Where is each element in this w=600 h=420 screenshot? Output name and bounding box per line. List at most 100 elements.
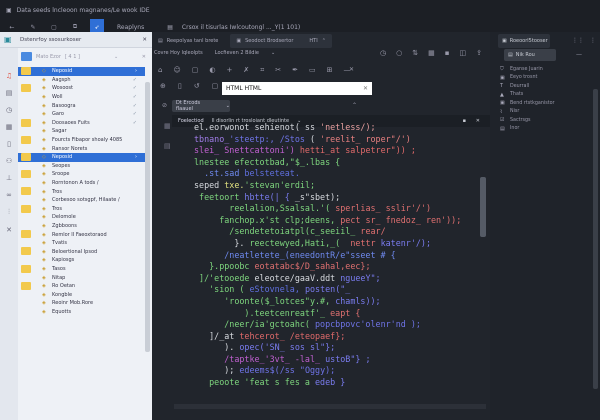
doc-icon[interactable]: ▯ — [178, 82, 182, 90]
horizontal-scrollbar[interactable] — [174, 404, 486, 409]
search-input[interactable]: HTML HTML ✕ — [222, 82, 372, 95]
table-icon[interactable]: ⌗ — [260, 66, 264, 75]
trash-icon[interactable]: ▪ — [463, 118, 466, 124]
outline-item[interactable]: ▲ Thats — [490, 91, 594, 100]
tree-item[interactable]: ◈ Corbesoo sotsgpf, Hilaate / — [18, 196, 145, 205]
clear-icon[interactable]: ✕ — [142, 54, 146, 60]
tab-1[interactable]: ▣ Seodoct Brodsertor HTI ⌃ — [230, 34, 332, 48]
refresh-icon[interactable]: ○ — [396, 49, 402, 57]
breadcrumb-item[interactable]: Locfieven 2 Bildie — [215, 50, 259, 56]
share-icon[interactable]: ⇪ — [476, 49, 482, 57]
scrollbar[interactable] — [593, 89, 598, 389]
split-icon[interactable]: ⫶ — [8, 208, 10, 217]
split-icon[interactable]: ⇅ — [412, 49, 418, 57]
frame-icon[interactable]: ▢ — [212, 82, 219, 90]
tree-item[interactable]: ◈ Reoinr Mob.Rore — [18, 299, 145, 308]
plus-icon[interactable]: + — [227, 66, 233, 75]
filter-dropdown[interactable]: Dt Ercods flaauel ⌄ — [172, 100, 230, 112]
clock-icon[interactable]: ◷ — [6, 106, 12, 114]
tree-item[interactable]: ◇ Neposid › — [18, 67, 145, 76]
outline-item[interactable]: ▤ Inor — [490, 125, 594, 134]
chevron-down-icon[interactable]: ⌄ — [271, 50, 275, 56]
tree-item[interactable]: ◈ Sroope — [18, 170, 145, 179]
pin-icon[interactable]: ⊥ — [6, 174, 12, 182]
outline-item[interactable]: ▣ Bend rtstkganistor — [490, 99, 594, 108]
check-icon[interactable]: ✓ — [133, 94, 137, 100]
outline-item[interactable]: ▣ Eeyo trosnt — [490, 74, 594, 83]
tree-item[interactable]: ◈ Woll ✓ — [18, 93, 145, 102]
tree-item[interactable]: ◈ Beloertional Ipsod — [18, 247, 145, 256]
clock-icon[interactable]: ◷ — [380, 49, 386, 57]
right-tab[interactable]: ▣ Roeoorl5tooser — [498, 34, 550, 48]
grid-icon[interactable]: ▦ — [428, 49, 435, 57]
editor-scrollbar[interactable] — [480, 177, 486, 237]
chevron-up-icon[interactable]: ⌃ — [322, 38, 326, 44]
minimize-icon[interactable]: — — [576, 51, 582, 58]
link-icon[interactable]: ∞ — [6, 191, 12, 199]
tree-item[interactable]: ◈ Doosaoes Fuits ✓ — [18, 118, 145, 128]
view-dropdown[interactable]: ▤ Nik Rou — [504, 49, 556, 61]
outline-item[interactable]: ⛉ Eganse Juarin — [490, 65, 594, 74]
tab-0[interactable]: ▤ Reepolyas tanl brete — [152, 34, 224, 48]
check-icon[interactable]: ✓ — [133, 111, 137, 117]
layout-icon[interactable]: ◫ — [459, 49, 466, 57]
check-icon[interactable]: ✓ — [133, 103, 137, 109]
tree-item[interactable]: ◈ Garo ✓ — [18, 110, 145, 119]
link-icon[interactable]: ⊘ — [162, 102, 167, 109]
tree-item[interactable]: ◈ Delomole — [18, 213, 145, 222]
tree-item[interactable]: ◈ Aagsph ✓ — [18, 76, 145, 85]
close-icon[interactable]: ✕ — [349, 66, 354, 73]
expand-icon[interactable]: ✕ — [6, 226, 12, 234]
document-icon[interactable]: ▤ — [6, 89, 13, 97]
tree-item[interactable]: ◈ Wosoost ✓ — [18, 84, 145, 93]
tree-item[interactable]: ◈ Zgbboons — [18, 222, 145, 231]
check-icon[interactable]: ✓ — [133, 85, 137, 91]
tree-item[interactable]: ◈ Ro Oetan — [18, 281, 145, 291]
smile-icon[interactable]: ☺ — [173, 66, 180, 75]
tree-item[interactable]: ◈ Seopes — [18, 162, 145, 171]
group-icon[interactable]: ⚇ — [6, 157, 12, 165]
music-icon[interactable]: ♫ — [6, 72, 12, 80]
palette-icon[interactable]: ◐ — [209, 66, 215, 75]
tree-item[interactable]: ◈ Nitap — [18, 273, 145, 282]
more-icon[interactable]: ⋮ — [590, 37, 596, 44]
tree-item[interactable]: ◈ Kapiosgs — [18, 256, 145, 265]
tree-item[interactable]: ◈ Ransor Norets — [18, 144, 145, 153]
home-icon[interactable]: ⌂ — [158, 66, 162, 75]
tree-item[interactable]: ◈ Sagar — [18, 127, 145, 136]
search-input[interactable]: Mato Ezor — [36, 54, 61, 60]
cross-icon[interactable]: ✗ — [243, 66, 249, 75]
tree-item[interactable]: ◈ Equotts — [18, 308, 145, 317]
scissors-icon[interactable]: ✂ — [275, 66, 281, 75]
tree-item[interactable]: ◈ Kongble — [18, 290, 145, 299]
grid-icon[interactable]: ▦ — [6, 123, 13, 131]
check-icon[interactable]: ✓ — [133, 77, 137, 83]
chevron-right-icon[interactable]: › — [135, 68, 137, 74]
tree-item[interactable]: ◈ Basoogra ✓ — [18, 101, 145, 110]
tree-item[interactable]: ◈ Tros — [18, 204, 145, 214]
breadcrumb-item[interactable]: Covre Hoy Iqleolpts — [154, 50, 203, 56]
clear-icon[interactable]: ✕ — [363, 85, 368, 92]
tree-item[interactable]: ◈ Remlor II Faeoxtoraod — [18, 230, 145, 239]
code-view[interactable]: el.eorwonot sehienot( ss 'netless/); tbna… — [194, 122, 461, 389]
chevron-up-icon[interactable]: ⌃ — [352, 102, 357, 109]
globe-icon[interactable]: ⊕ — [160, 82, 166, 90]
grid-icon[interactable]: ⋮⋮ — [572, 37, 584, 44]
tree-item[interactable]: ◈ Tasos — [18, 264, 145, 274]
image-icon[interactable]: ▢ — [192, 66, 199, 75]
tree-item[interactable]: ◇ Neposid › — [18, 152, 145, 162]
close-icon[interactable]: ✕ — [142, 37, 147, 43]
tree-item[interactable]: ◈ Tros — [18, 187, 145, 196]
box-icon[interactable]: ▭ — [309, 66, 316, 75]
scrollbar[interactable] — [145, 82, 150, 352]
tree-item[interactable]: ◈ Fourcts Fibapor shoaly 4085 — [18, 135, 145, 145]
active-label[interactable]: Reaplyns — [117, 24, 144, 31]
text-icon[interactable]: ⊞ — [327, 66, 333, 75]
undo-icon[interactable]: ↺ — [194, 82, 200, 90]
tree-item[interactable]: ◈ Tvatis — [18, 239, 145, 248]
check-icon[interactable]: ✓ — [133, 120, 137, 126]
chevron-down-icon[interactable]: ⌄ — [114, 54, 118, 60]
close-icon[interactable]: ✕ — [476, 118, 480, 124]
clipboard-icon[interactable]: ▯ — [7, 140, 11, 148]
search-field[interactable]: Mato Ezor [ 4 1 ] ⌄ ✕ — [18, 49, 152, 64]
